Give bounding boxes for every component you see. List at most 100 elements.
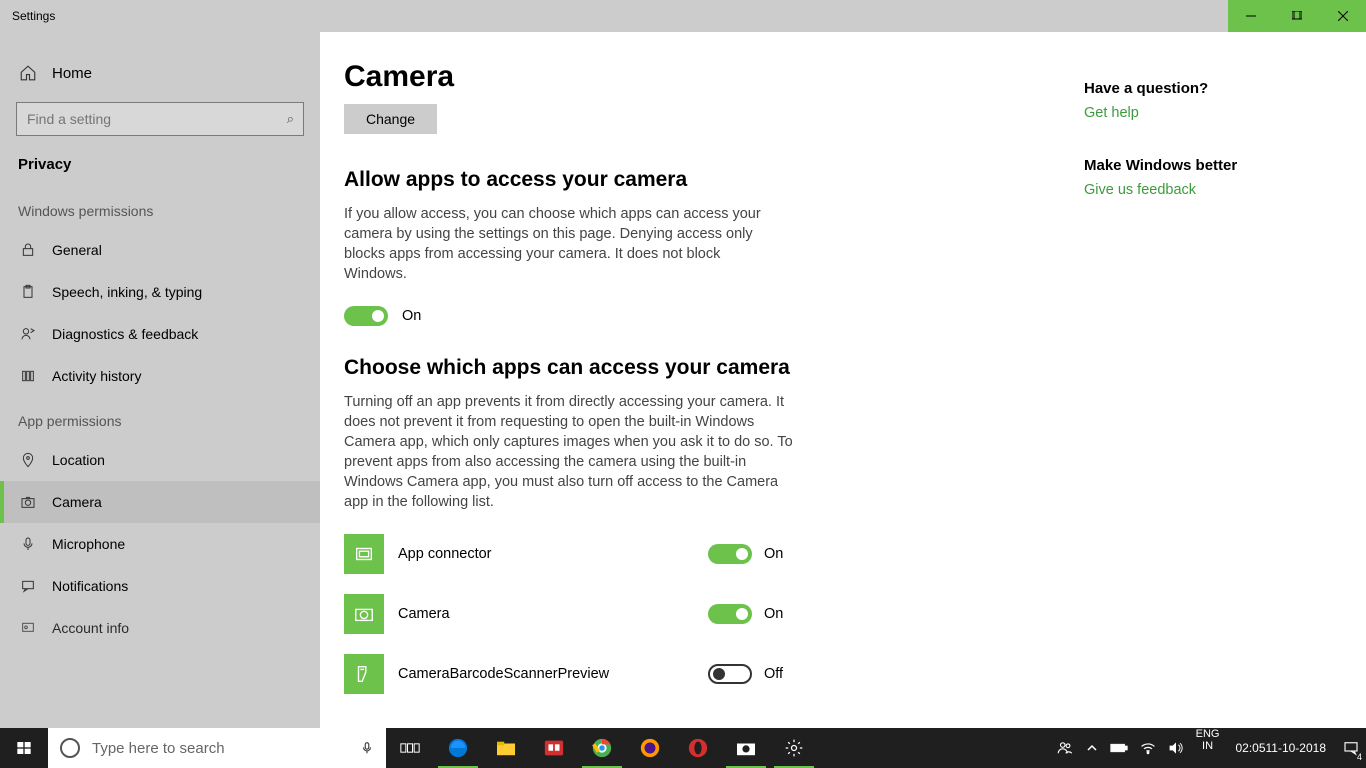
app-row-camera: Camera On — [344, 594, 1084, 634]
window-controls — [1228, 0, 1366, 32]
chrome-icon[interactable] — [578, 728, 626, 768]
microphone-icon — [18, 536, 38, 552]
barcode-scanner-icon — [344, 654, 384, 694]
battery-icon[interactable] — [1104, 728, 1134, 768]
nav-label: Location — [52, 452, 105, 468]
start-button[interactable] — [0, 728, 48, 768]
taskbar: Type here to search ENG IN 02:05 11-10-2… — [0, 728, 1366, 768]
cortana-icon — [60, 738, 80, 758]
sidebar-item-general[interactable]: General — [0, 229, 320, 271]
change-button[interactable]: Change — [344, 104, 437, 134]
nav-label: Account info — [52, 620, 129, 636]
choose-description: Turning off an app prevents it from dire… — [344, 392, 804, 512]
give-feedback-link[interactable]: Give us feedback — [1084, 182, 1320, 198]
allow-apps-toggle[interactable] — [344, 306, 388, 326]
camera-app-icon — [344, 594, 384, 634]
nav-label: Activity history — [52, 368, 141, 384]
close-button[interactable] — [1320, 0, 1366, 32]
allow-toggle-state: On — [402, 308, 421, 324]
home-nav[interactable]: Home — [0, 52, 320, 94]
get-help-link[interactable]: Get help — [1084, 105, 1320, 121]
cortana-search[interactable]: Type here to search — [48, 728, 386, 768]
search-icon: ⌕ — [287, 111, 294, 127]
tray-chevron-icon[interactable] — [1080, 728, 1104, 768]
app-icon-red[interactable] — [530, 728, 578, 768]
barcode-scanner-toggle[interactable] — [708, 664, 752, 684]
nav-label: Camera — [52, 494, 102, 510]
history-icon — [18, 368, 38, 384]
language-indicator[interactable]: ENG IN — [1190, 728, 1226, 768]
app-row-app-connector: App connector On — [344, 534, 1084, 574]
camera-icon — [18, 494, 38, 510]
file-explorer-icon[interactable] — [482, 728, 530, 768]
section-heading: Privacy — [0, 150, 320, 187]
time-text: 02:05 — [1235, 741, 1265, 755]
page-title: Camera — [344, 60, 1084, 94]
sidebar-item-camera[interactable]: Camera — [0, 481, 320, 523]
clipboard-icon — [18, 284, 38, 300]
lock-icon — [18, 242, 38, 258]
nav-label: Speech, inking, & typing — [52, 284, 202, 300]
clock[interactable]: 02:05 11-10-2018 — [1225, 728, 1336, 768]
sidebar-item-location[interactable]: Location — [0, 439, 320, 481]
search-input[interactable] — [16, 102, 304, 136]
app-name: App connector — [398, 546, 708, 562]
window-title: Settings — [0, 9, 55, 23]
sidebar: Home ⌕ Privacy Windows permissions Gener… — [0, 32, 320, 728]
sidebar-item-speech[interactable]: Speech, inking, & typing — [0, 271, 320, 313]
task-view-button[interactable] — [386, 728, 434, 768]
maximize-button[interactable] — [1274, 0, 1320, 32]
wifi-icon[interactable] — [1134, 728, 1162, 768]
feedback-icon — [18, 326, 38, 342]
home-label: Home — [52, 65, 92, 82]
settings-taskbar-icon[interactable] — [770, 728, 818, 768]
account-icon — [18, 620, 38, 636]
main-content: Camera Change Allow apps to access your … — [320, 32, 1366, 728]
app-name: Camera — [398, 606, 708, 622]
titlebar: Settings — [0, 0, 1366, 32]
camera-taskbar-icon[interactable] — [722, 728, 770, 768]
sidebar-item-diagnostics[interactable]: Diagnostics & feedback — [0, 313, 320, 355]
lang-secondary: IN — [1202, 740, 1213, 752]
allow-description: If you allow access, you can choose whic… — [344, 204, 774, 284]
opera-icon[interactable] — [674, 728, 722, 768]
sidebar-item-notifications[interactable]: Notifications — [0, 565, 320, 607]
app-toggle-state: On — [764, 546, 783, 562]
notification-badge: 4 — [1357, 752, 1362, 762]
sidebar-item-microphone[interactable]: Microphone — [0, 523, 320, 565]
date-text: 11-10-2018 — [1266, 741, 1327, 755]
app-toggle-state: On — [764, 606, 783, 622]
cortana-placeholder: Type here to search — [92, 740, 225, 757]
app-connector-toggle[interactable] — [708, 544, 752, 564]
sidebar-item-activity[interactable]: Activity history — [0, 355, 320, 397]
camera-app-toggle[interactable] — [708, 604, 752, 624]
app-name: CameraBarcodeScannerPreview — [398, 666, 708, 682]
search-container: ⌕ — [16, 102, 304, 136]
allow-heading: Allow apps to access your camera — [344, 168, 1084, 192]
lang-primary: ENG — [1196, 728, 1220, 740]
edge-icon[interactable] — [434, 728, 482, 768]
mic-icon[interactable] — [360, 739, 374, 757]
nav-label: Microphone — [52, 536, 125, 552]
sidebar-item-account-info[interactable]: Account info — [0, 607, 320, 649]
choose-heading: Choose which apps can access your camera — [344, 356, 1084, 380]
group-label-windows-permissions: Windows permissions — [0, 187, 320, 229]
location-icon — [18, 452, 38, 468]
right-panel: Have a question? Get help Make Windows b… — [1084, 60, 1344, 728]
app-toggle-state: Off — [764, 666, 783, 682]
nav-label: Notifications — [52, 578, 128, 594]
feedback-heading: Make Windows better — [1084, 157, 1320, 174]
system-tray: ENG IN 02:05 11-10-2018 4 — [1050, 728, 1366, 768]
people-icon[interactable] — [1050, 728, 1080, 768]
volume-icon[interactable] — [1162, 728, 1190, 768]
nav-label: Diagnostics & feedback — [52, 326, 198, 342]
minimize-button[interactable] — [1228, 0, 1274, 32]
question-heading: Have a question? — [1084, 80, 1320, 97]
app-row-barcode-scanner: CameraBarcodeScannerPreview Off — [344, 654, 1084, 694]
notification-icon — [18, 578, 38, 594]
group-label-app-permissions: App permissions — [0, 397, 320, 439]
firefox-icon[interactable] — [626, 728, 674, 768]
home-icon — [18, 64, 38, 82]
task-icons — [386, 728, 818, 768]
action-center-icon[interactable]: 4 — [1336, 728, 1366, 768]
